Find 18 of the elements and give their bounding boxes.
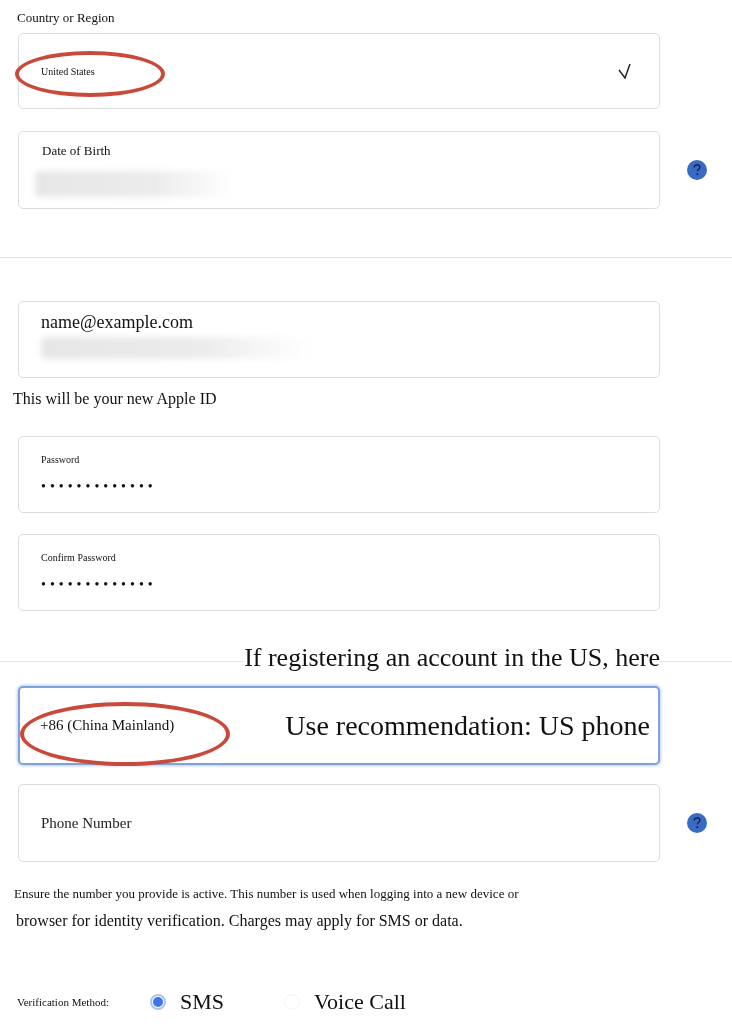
confirm-password-field[interactable]: Confirm Password ••••••••••••• [18, 534, 660, 611]
annotation-text: Use recommendation: US phone [285, 709, 650, 742]
password-field[interactable]: Password ••••••••••••• [18, 436, 660, 513]
helper-text: This will be your new Apple ID [13, 390, 217, 408]
helper-text: Ensure the number you provide is active. This number is used when logging into a new device or [14, 886, 519, 902]
help-icon[interactable] [687, 813, 707, 833]
radio-button[interactable] [150, 994, 166, 1010]
help-icon[interactable] [687, 160, 707, 180]
country-select[interactable]: United States [18, 33, 660, 109]
phone-number-field[interactable]: Phone Number [18, 784, 660, 862]
radio-label[interactable]: Voice Call [314, 989, 406, 1015]
country-code-select[interactable]: +86 (China Mainland) Use recommendation: US phone [18, 686, 660, 765]
field-label: Country or Region [17, 10, 115, 26]
field-label: Verification Method: [17, 996, 110, 1008]
date-of-birth-field[interactable]: Date of Birth [18, 131, 660, 209]
email-field[interactable]: name@example.com [18, 301, 660, 378]
helper-text: browser for identity verification. Charges may apply for SMS or data. [16, 912, 463, 930]
radio-label[interactable]: SMS [180, 989, 225, 1015]
